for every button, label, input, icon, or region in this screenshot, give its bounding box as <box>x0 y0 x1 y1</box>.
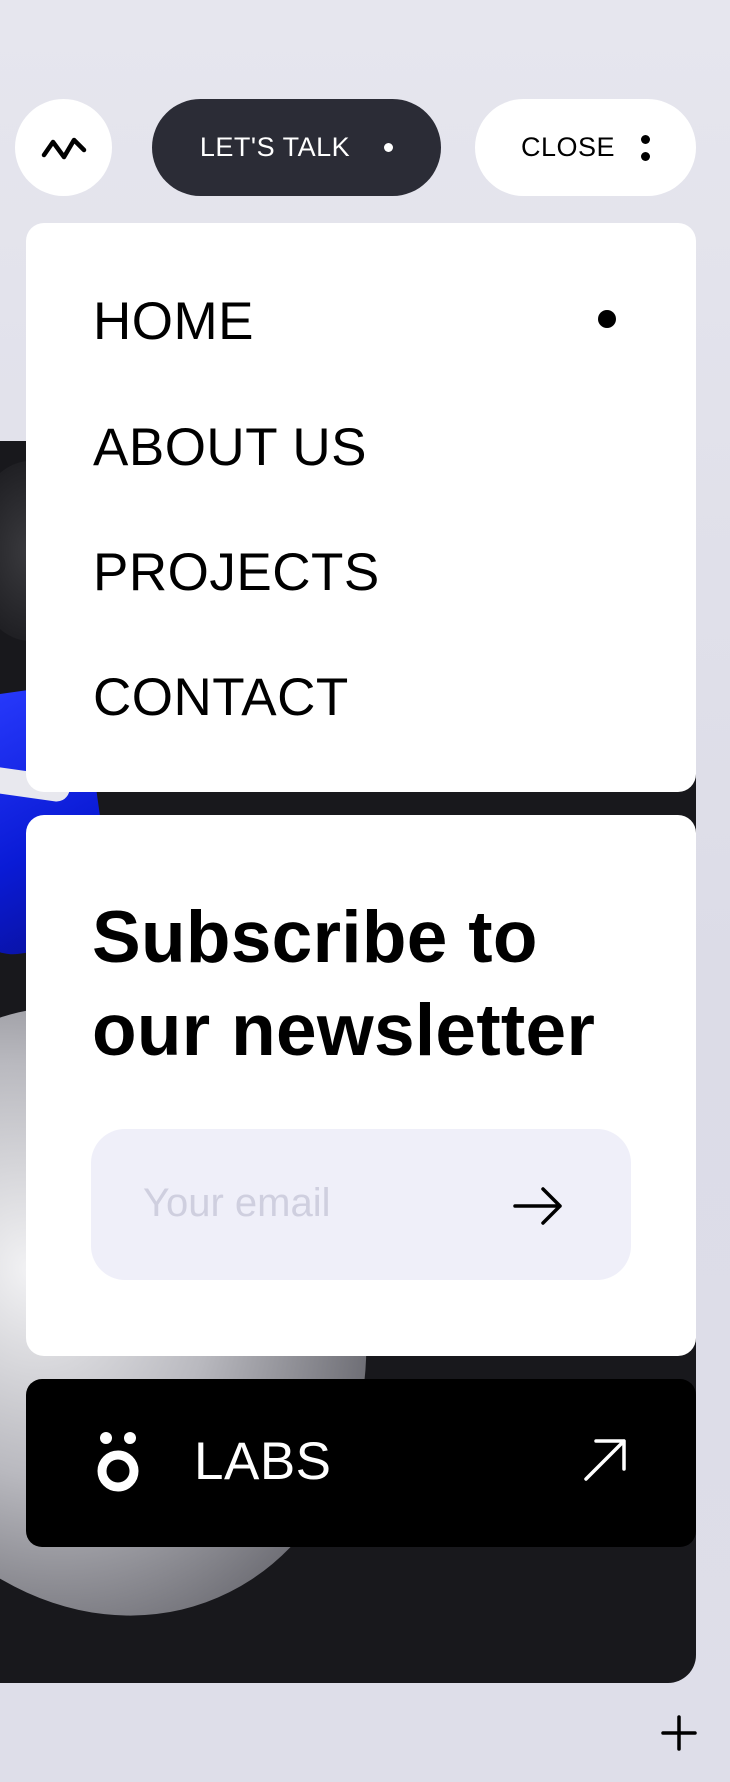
nav-item-contact[interactable]: CONTACT <box>93 671 349 724</box>
dot-icon <box>384 143 394 152</box>
newsletter-card: Subscribe to our newsletter <box>26 815 696 1356</box>
email-input[interactable] <box>143 1173 483 1233</box>
email-form <box>91 1129 631 1280</box>
email-submit-button[interactable] <box>503 1176 573 1236</box>
lets-talk-label: LET'S TALK <box>199 132 351 162</box>
kebab-icon <box>641 134 651 161</box>
newsletter-title-line2: our newsletter <box>92 990 596 1071</box>
top-bar: LET'S TALK CLOSE <box>0 0 730 200</box>
arrow-right-icon <box>513 1187 562 1225</box>
wave-icon <box>41 137 86 159</box>
nav-menu: HOME ABOUT US PROJECTS CONTACT <box>26 223 696 792</box>
newsletter-title: Subscribe to our newsletter <box>92 891 652 1077</box>
labs-link[interactable]: LABS <box>26 1379 696 1547</box>
nav-item-projects[interactable]: PROJECTS <box>93 546 380 599</box>
close-menu-button[interactable]: CLOSE <box>475 99 696 196</box>
labs-logo-icon <box>97 1432 139 1492</box>
lets-talk-button[interactable]: LET'S TALK <box>152 99 441 196</box>
plus-button[interactable] <box>658 1712 700 1754</box>
newsletter-title-line1: Subscribe to <box>92 897 538 978</box>
logo-button[interactable] <box>15 99 112 196</box>
close-label: CLOSE <box>520 132 616 162</box>
nav-item-home[interactable]: HOME <box>93 295 254 348</box>
plus-icon <box>661 1715 697 1751</box>
active-indicator-dot <box>598 310 616 328</box>
nav-item-about-us[interactable]: ABOUT US <box>93 421 367 474</box>
labs-label: LABS <box>194 1432 332 1491</box>
arrow-up-right-icon <box>584 1439 626 1481</box>
